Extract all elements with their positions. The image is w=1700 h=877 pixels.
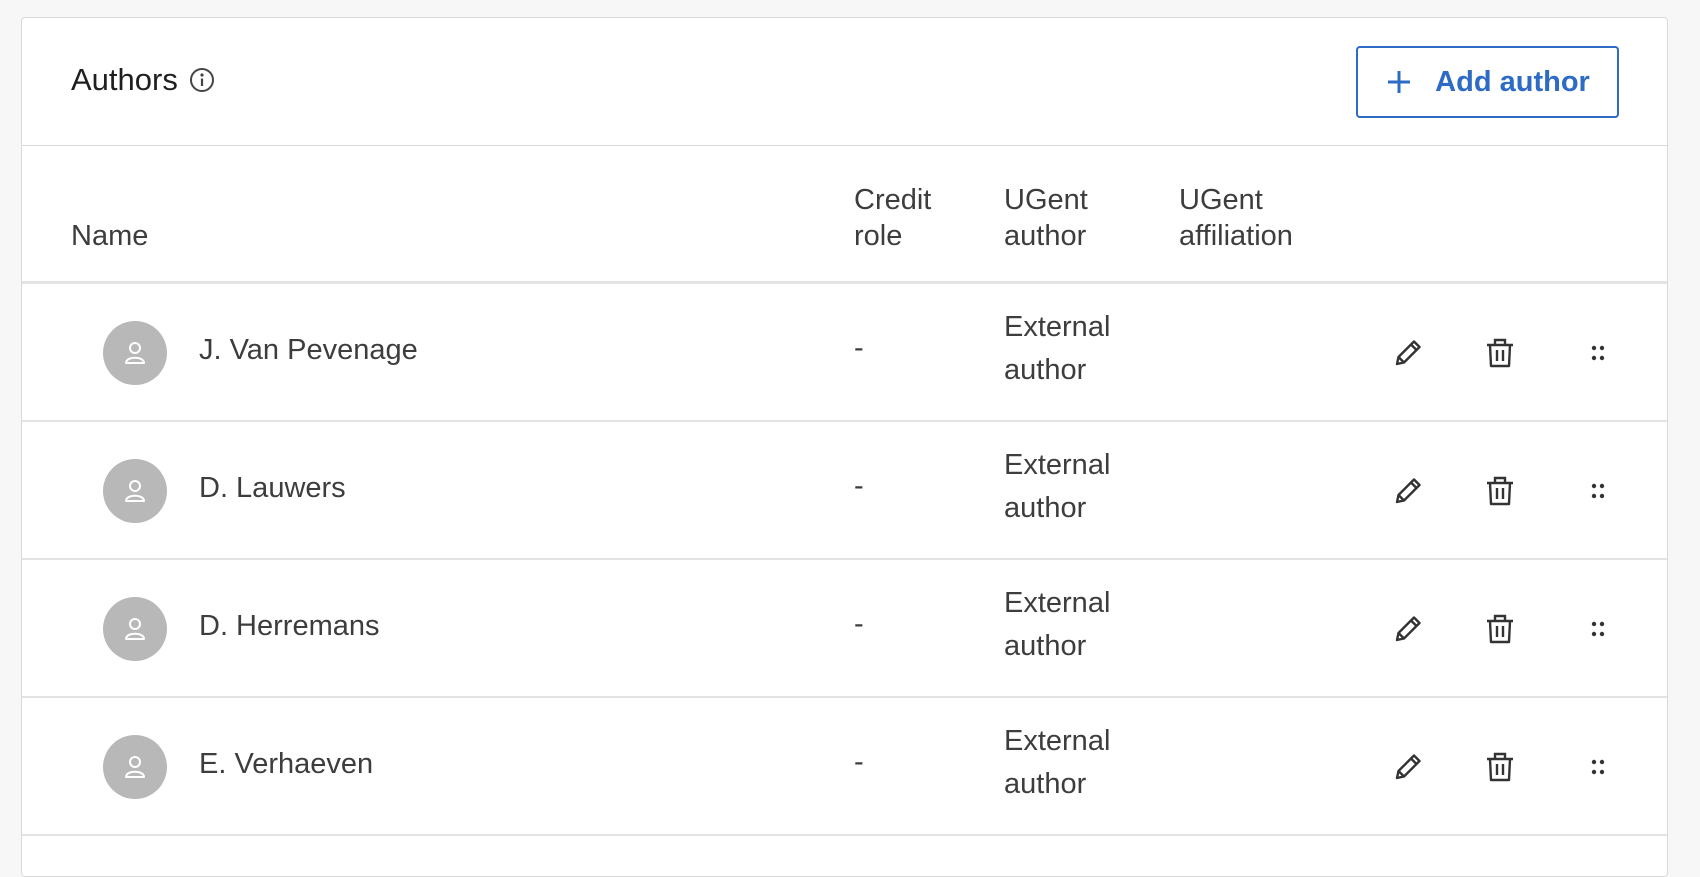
pencil-icon [1395,616,1421,642]
delete-button[interactable] [1480,333,1520,373]
user-icon [125,756,145,778]
trash-icon [1487,476,1513,506]
drag-handle[interactable] [1578,471,1618,511]
column-header-ugent-author: UGent author [1004,184,1088,252]
user-icon [125,618,145,640]
edit-button[interactable] [1388,609,1428,649]
delete-button[interactable] [1480,471,1520,511]
author-name: D. Herremans [199,610,380,642]
drag-handle[interactable] [1578,333,1618,373]
authors-panel: Authors Add author Name Credit role UGen… [21,17,1668,877]
user-icon [125,480,145,502]
edit-button[interactable] [1388,747,1428,787]
trash-icon [1487,752,1513,782]
plus-icon [1385,68,1413,96]
drag-handle[interactable] [1578,609,1618,649]
delete-button[interactable] [1480,609,1520,649]
column-header-name: Name [71,220,149,252]
avatar [103,597,167,661]
ugent-author-value: External author [1004,725,1111,800]
panel-header: Authors Add author [22,18,1667,146]
pencil-icon [1395,754,1421,780]
ugent-author-value: External author [1004,587,1111,662]
pencil-icon [1395,478,1421,504]
trash-icon [1487,338,1513,368]
avatar [103,459,167,523]
table-row: D. Lauwers - External author [22,422,1667,560]
panel-title-wrap: Authors [71,62,216,98]
column-header-credit-role: Credit role [854,184,932,252]
credit-role-value: - [854,746,864,778]
credit-role-value: - [854,332,864,364]
drag-handle[interactable] [1578,747,1618,787]
author-name: J. Van Pevenage [199,334,418,366]
ugent-author-value: External author [1004,449,1111,524]
table-header: Name Credit role UGent author UGent affi… [22,146,1667,284]
table-row: J. Van Pevenage - External author [22,284,1667,422]
trash-icon [1487,614,1513,644]
avatar [103,735,167,799]
ugent-author-value: External author [1004,311,1111,386]
add-author-button[interactable]: Add author [1356,46,1619,118]
delete-button[interactable] [1480,747,1520,787]
drag-handle-icon [1591,621,1605,637]
author-name: E. Verhaeven [199,748,374,780]
add-author-label: Add author [1435,65,1590,98]
table-row: E. Verhaeven - External author [22,698,1667,836]
credit-role-value: - [854,470,864,502]
drag-handle-icon [1591,759,1605,775]
column-header-ugent-affiliation: UGent affiliation [1179,184,1293,252]
user-icon [125,342,145,364]
author-list: J. Van Pevenage - External author D. Lau… [22,284,1667,836]
panel-title: Authors [71,62,178,97]
credit-role-value: - [854,608,864,640]
drag-handle-icon [1591,483,1605,499]
pencil-icon [1395,340,1421,366]
drag-handle-icon [1591,345,1605,361]
info-icon[interactable] [188,66,216,94]
avatar [103,321,167,385]
table-row: D. Herremans - External author [22,560,1667,698]
author-name: D. Lauwers [199,472,346,504]
edit-button[interactable] [1388,333,1428,373]
edit-button[interactable] [1388,471,1428,511]
